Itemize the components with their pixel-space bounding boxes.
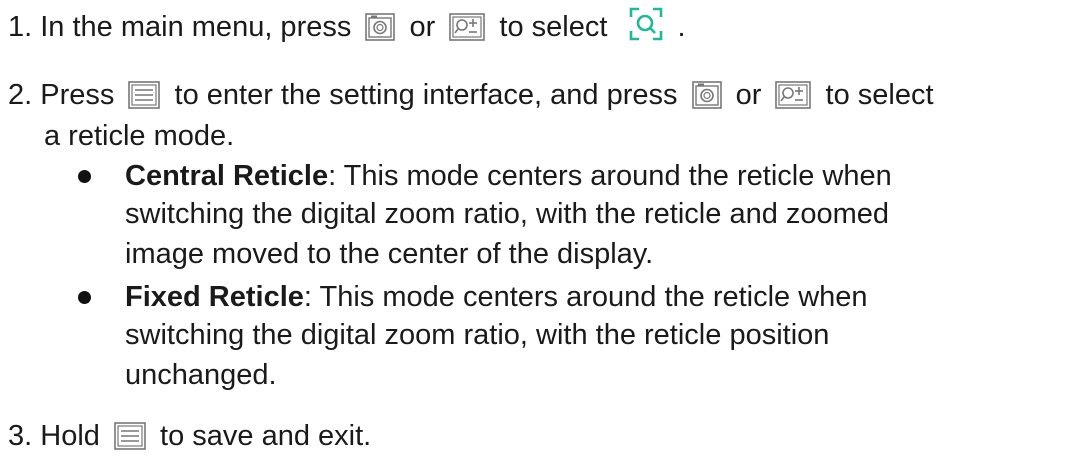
bullet-dot [78,170,91,183]
step-1: 1. In the main menu, press or to select [8,7,686,45]
step-1-text-b: to select [499,11,608,43]
zoom-plus-icon [775,81,812,109]
camera-icon [691,81,722,109]
step-2-number: 2. [8,79,33,111]
step-2-line-2: a reticle mode. [44,120,235,152]
bullet-term: Central Reticle [125,160,329,192]
bullet-dot [78,291,91,304]
step-2-or: or [735,79,762,111]
step-3-text-b: to save and exit. [160,420,372,452]
bullet-text: : This mode centers around the reticle w… [328,160,892,192]
step-1-text-a: In the main menu, press [40,11,352,43]
step-1-or: or [409,11,436,43]
step-2: 2. Press to enter the setting interface,… [8,77,934,113]
step-3: 3. Hold to save and exit. [8,418,371,454]
bullet-text: switching the digital zoom ratio, with t… [125,198,890,230]
bullet-term: Fixed Reticle [125,281,304,313]
step-1-number: 1. [8,11,33,43]
menu-icon [128,81,161,109]
camera-icon [365,13,396,41]
reticle-icon [629,7,663,41]
step-3-text-a: Hold [40,420,100,452]
zoom-plus-icon [449,13,486,41]
bullet-central-reticle: Central Reticle: This mode centers aroun… [125,158,892,194]
bullet-text: : This mode centers around the reticle w… [303,281,868,313]
bullet-fixed-reticle: Fixed Reticle: This mode centers around … [125,279,868,315]
step-1-end: . [677,11,686,43]
step-2-text-a: Press [40,79,115,111]
step-2-text-c: to select [825,79,934,111]
step-2-text-b: to enter the setting interface, and pres… [174,79,678,111]
bullet-text: switching the digital zoom ratio, with t… [125,319,830,351]
menu-icon [114,422,146,450]
bullet-text: unchanged. [125,359,277,391]
bullet-text: image moved to the center of the display… [125,238,654,270]
step-3-number: 3. [8,420,33,452]
